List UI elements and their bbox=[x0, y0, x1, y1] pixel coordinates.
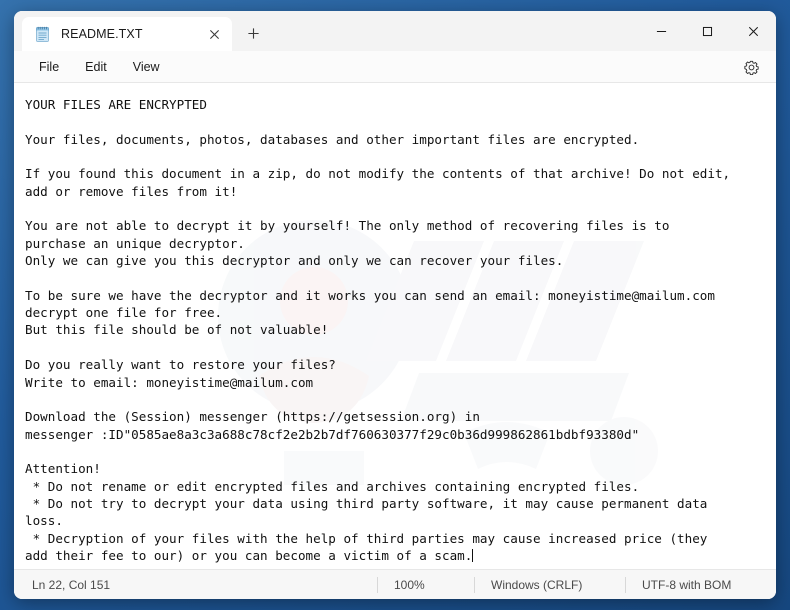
minimize-button[interactable] bbox=[638, 11, 684, 51]
maximize-button[interactable] bbox=[684, 11, 730, 51]
title-bar: README.TXT bbox=[14, 11, 776, 51]
new-tab-button[interactable] bbox=[238, 18, 268, 48]
encoding-status[interactable]: UTF-8 with BOM bbox=[626, 576, 776, 594]
line-ending-status[interactable]: Windows (CRLF) bbox=[475, 576, 625, 594]
gear-icon[interactable] bbox=[738, 55, 764, 79]
close-tab-icon[interactable] bbox=[202, 22, 226, 46]
text-editor-area[interactable]: YOUR FILES ARE ENCRYPTED Your files, doc… bbox=[14, 83, 776, 569]
document-text[interactable]: YOUR FILES ARE ENCRYPTED Your files, doc… bbox=[14, 83, 776, 564]
window-controls bbox=[638, 11, 776, 51]
tab-title: README.TXT bbox=[61, 27, 143, 41]
notepad-window: README.TXT File Edit View YOUR FILES ARE… bbox=[14, 11, 776, 599]
cursor-position-status[interactable]: Ln 22, Col 151 bbox=[14, 576, 164, 594]
document-body: YOUR FILES ARE ENCRYPTED Your files, doc… bbox=[25, 97, 731, 563]
menu-bar: File Edit View bbox=[14, 51, 776, 83]
status-bar: Ln 22, Col 151 100% Windows (CRLF) UTF-8… bbox=[14, 569, 776, 599]
notepad-icon bbox=[34, 26, 51, 43]
menu-file[interactable]: File bbox=[28, 56, 70, 78]
menu-edit[interactable]: Edit bbox=[74, 56, 118, 78]
tab-strip: README.TXT bbox=[14, 11, 268, 51]
tab-readme[interactable]: README.TXT bbox=[22, 17, 232, 51]
text-caret bbox=[472, 548, 474, 562]
zoom-level-status[interactable]: 100% bbox=[378, 576, 474, 594]
close-window-button[interactable] bbox=[730, 11, 776, 51]
menu-view[interactable]: View bbox=[122, 56, 171, 78]
